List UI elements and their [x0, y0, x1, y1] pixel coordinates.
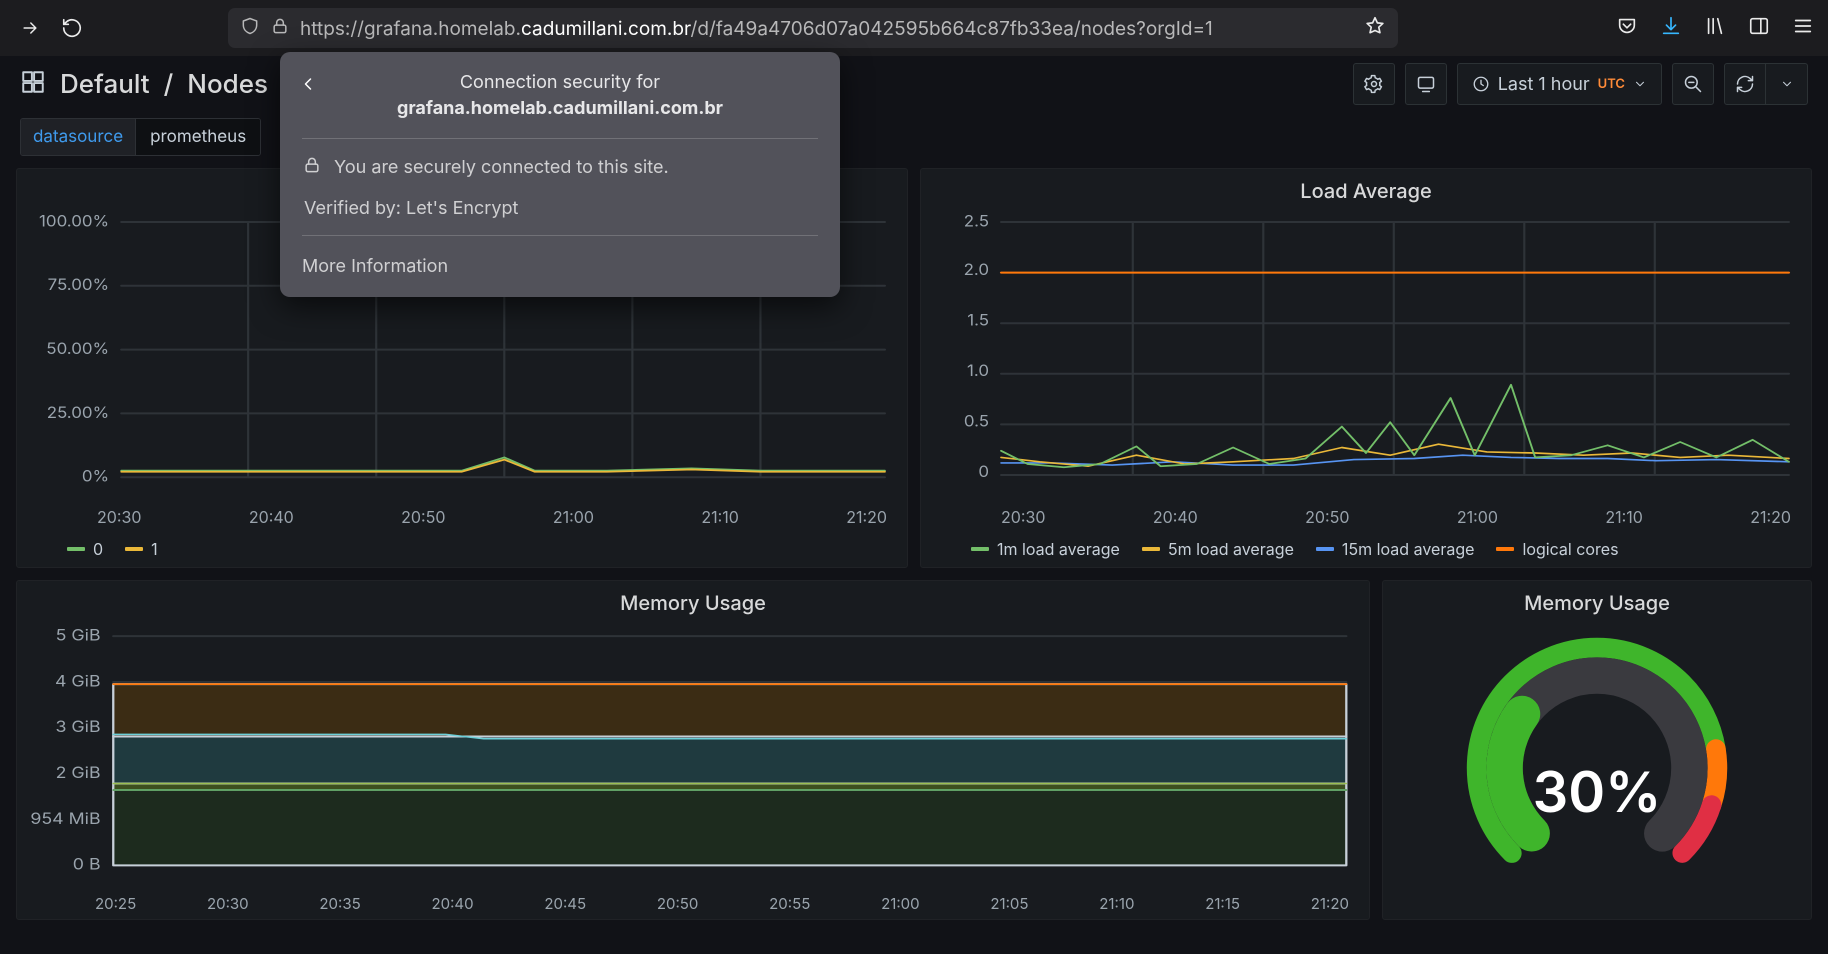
svg-text:0%: 0% — [82, 466, 109, 485]
svg-text:0: 0 — [978, 462, 989, 481]
breadcrumb-folder: Default — [60, 69, 150, 100]
svg-text:75.00%: 75.00% — [48, 275, 110, 294]
variable-datasource[interactable]: datasource prometheus — [20, 118, 261, 156]
svg-text:954 MiB: 954 MiB — [30, 809, 100, 827]
svg-text:0.5: 0.5 — [964, 411, 989, 430]
address-bar[interactable]: https://grafana.homelab.cadumillani.com.… — [228, 8, 1398, 48]
memory-chart: 5 GiB 4 GiB 3 GiB 2 GiB 954 MiB 0 B — [27, 623, 1359, 885]
load-chart: 2.5 2.0 1.5 1.0 0.5 0 — [931, 211, 1801, 497]
panel-row-1: 100.00% 75.00% 50.00% 25.00% 0% — [0, 168, 1828, 568]
pocket-icon[interactable] — [1616, 15, 1638, 41]
refresh-group — [1724, 63, 1808, 105]
memory-gauge: 30% — [1383, 619, 1811, 917]
variables-row: datasource prometheus — [0, 112, 1828, 168]
memory-panel[interactable]: Memory Usage 5 GiB 4 GiB 3 GiB 2 GiB 954… — [16, 580, 1370, 920]
browser-chrome: https://grafana.homelab.cadumillani.com.… — [0, 0, 1828, 56]
shield-icon — [240, 16, 260, 41]
topbar-actions: Last 1 hour UTC — [1353, 63, 1808, 105]
memory-gauge-panel[interactable]: Memory Usage 30% — [1382, 580, 1812, 920]
panel-grid-icon[interactable] — [20, 69, 46, 99]
lock-icon[interactable] — [270, 16, 290, 41]
time-range-picker[interactable]: Last 1 hour UTC — [1457, 63, 1662, 105]
svg-text:4 GiB: 4 GiB — [55, 672, 101, 690]
tv-mode-button[interactable] — [1405, 63, 1447, 105]
menu-icon[interactable] — [1792, 15, 1814, 41]
lock-icon — [302, 155, 322, 180]
memory-panel-title: Memory Usage — [17, 581, 1369, 619]
cpu-xaxis: 20:3020:4020:5021:0021:1021:20 — [97, 507, 887, 527]
reload-button[interactable] — [56, 12, 88, 44]
svg-text:5 GiB: 5 GiB — [56, 626, 101, 644]
svg-text:2.0: 2.0 — [964, 260, 989, 279]
sidebar-icon[interactable] — [1748, 15, 1770, 41]
popup-back-button[interactable] — [298, 74, 318, 98]
svg-text:3 GiB: 3 GiB — [55, 717, 100, 735]
svg-text:1.0: 1.0 — [967, 361, 989, 380]
settings-button[interactable] — [1353, 63, 1395, 105]
memory-xaxis: 20:2520:3020:3520:4020:4520:5020:5521:00… — [95, 894, 1349, 913]
load-panel-title: Load Average — [921, 169, 1811, 207]
svg-text:2 GiB: 2 GiB — [56, 763, 101, 781]
gauge-value: 30% — [1533, 758, 1662, 826]
panel-row-2: Memory Usage 5 GiB 4 GiB 3 GiB 2 GiB 954… — [0, 580, 1828, 920]
library-icon[interactable] — [1704, 15, 1726, 41]
load-panel[interactable]: Load Average 2.5 2.0 1.5 1.0 0.5 0 — [920, 168, 1812, 568]
svg-text:100.00%: 100.00% — [39, 211, 109, 230]
refresh-interval-button[interactable] — [1766, 63, 1808, 105]
svg-text:50.00%: 50.00% — [46, 339, 109, 358]
connection-security-popup: Connection security for grafana.homelab.… — [280, 52, 840, 297]
bookmark-star-icon[interactable] — [1364, 15, 1386, 42]
cpu-legend: 0 1 — [67, 539, 897, 559]
svg-text:25.00%: 25.00% — [47, 403, 109, 422]
breadcrumb-name: Nodes — [187, 69, 268, 100]
browser-right-icons — [1616, 15, 1814, 41]
breadcrumb[interactable]: Default / Nodes — [60, 69, 268, 100]
svg-text:0 B: 0 B — [73, 855, 101, 873]
popup-more-info[interactable]: More Information — [302, 252, 818, 277]
svg-text:1.5: 1.5 — [967, 310, 989, 329]
nav-forward-button[interactable] — [14, 12, 46, 44]
load-xaxis: 20:3020:4020:5021:0021:1021:20 — [1001, 507, 1791, 527]
dashboard-topbar: Default / Nodes Last 1 hour UTC — [0, 56, 1828, 112]
popup-secure-row: You are securely connected to this site. — [302, 155, 818, 180]
refresh-button[interactable] — [1724, 63, 1766, 105]
url-text: https://grafana.homelab.cadumillani.com.… — [300, 17, 1213, 40]
grafana-page: Default / Nodes Last 1 hour UTC datasour… — [0, 56, 1828, 954]
popup-verified-row: Verified by: Let's Encrypt — [302, 198, 818, 219]
chevron-down-icon — [1633, 77, 1647, 91]
load-legend: 1m load average 5m load average 15m load… — [971, 539, 1801, 559]
svg-text:2.5: 2.5 — [964, 211, 989, 230]
popup-header: Connection security for grafana.homelab.… — [302, 70, 818, 122]
zoom-out-button[interactable] — [1672, 63, 1714, 105]
memory-gauge-title: Memory Usage — [1383, 581, 1811, 619]
download-icon[interactable] — [1660, 15, 1682, 41]
